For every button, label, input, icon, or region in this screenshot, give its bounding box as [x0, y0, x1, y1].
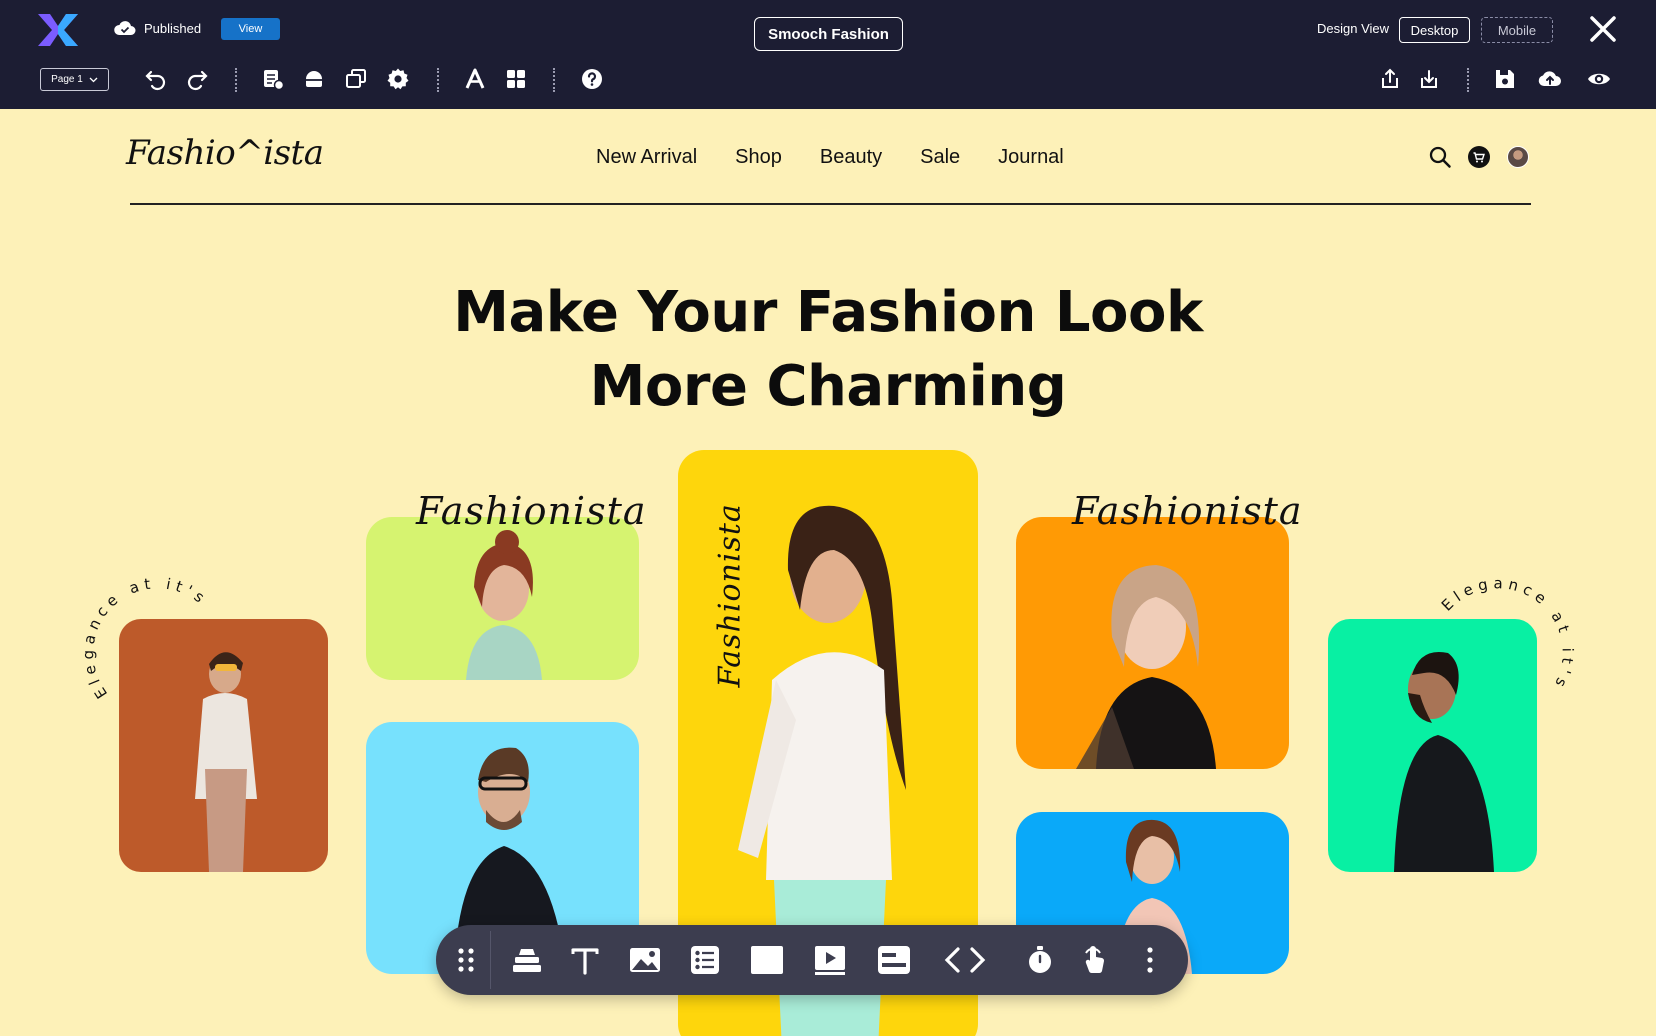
toolbar-divider	[437, 68, 439, 92]
image-icon[interactable]	[627, 942, 663, 978]
status-label: Published	[144, 20, 202, 36]
list-icon[interactable]	[687, 942, 723, 978]
nav-item-shop[interactable]: Shop	[735, 146, 782, 169]
grid-icon[interactable]	[503, 66, 529, 92]
model-card-rust[interactable]	[119, 619, 328, 872]
text-icon[interactable]	[567, 942, 603, 978]
box-icon[interactable]	[749, 942, 785, 978]
model-photo	[195, 652, 257, 872]
widget-toolbar	[436, 925, 1188, 995]
editor-toolbar: Published View Smooch Fashion Design Vie…	[0, 0, 1656, 109]
font-icon[interactable]	[462, 66, 488, 92]
toolbar-divider	[235, 68, 237, 92]
nav-item-beauty[interactable]: Beauty	[820, 146, 882, 169]
nav-item-new-arrival[interactable]: New Arrival	[596, 146, 697, 169]
site-nav: New Arrival Shop Beauty Sale Journal	[596, 146, 1064, 169]
chevron-down-icon	[89, 77, 98, 82]
layers-icon[interactable]	[301, 66, 327, 92]
model-photo	[1394, 651, 1494, 872]
preview-icon[interactable]	[1586, 66, 1612, 92]
desktop-view-button[interactable]: Desktop	[1399, 17, 1470, 43]
model-card-lime[interactable]	[366, 517, 639, 680]
design-view-label: Design View	[1317, 21, 1390, 36]
script-label: Fashionista	[1072, 489, 1303, 533]
toolbar-divider	[553, 68, 555, 92]
undo-icon[interactable]	[143, 66, 169, 92]
model-photo	[1076, 565, 1216, 769]
stack-icon[interactable]	[509, 942, 545, 978]
cloud-check-icon	[114, 21, 136, 35]
toolbar-divider	[1467, 68, 1469, 92]
site-logo[interactable]: Fashio^ista	[126, 133, 324, 173]
avatar[interactable]	[1506, 145, 1530, 169]
script-label: Fashionista	[416, 489, 647, 533]
upload-icon[interactable]	[1537, 66, 1563, 92]
search-icon[interactable]	[1428, 145, 1452, 169]
drag-handle-icon[interactable]	[448, 942, 484, 978]
video-icon[interactable]	[812, 942, 848, 978]
close-icon[interactable]	[1588, 14, 1618, 44]
help-icon[interactable]	[579, 66, 605, 92]
timer-icon[interactable]	[1022, 942, 1058, 978]
mobile-view-button[interactable]: Mobile	[1481, 17, 1553, 43]
settings-icon[interactable]	[385, 66, 411, 92]
header-divider	[130, 203, 1531, 205]
project-title[interactable]: Smooch Fashion	[754, 17, 903, 51]
cart-icon[interactable]	[1467, 145, 1491, 169]
click-icon[interactable]	[1077, 942, 1113, 978]
nav-item-journal[interactable]: Journal	[998, 146, 1064, 169]
model-photo	[466, 530, 542, 680]
copy-icon[interactable]	[343, 66, 369, 92]
model-card-mint[interactable]	[1328, 619, 1537, 872]
redo-icon[interactable]	[184, 66, 210, 92]
x-logo-icon[interactable]	[36, 10, 80, 50]
publish-status: Published	[114, 20, 201, 36]
page-settings-icon[interactable]	[260, 66, 286, 92]
save-icon[interactable]	[1492, 66, 1518, 92]
import-icon[interactable]	[1416, 66, 1442, 92]
hero-title-line-2: More Charming	[589, 354, 1067, 419]
nav-item-sale[interactable]: Sale	[920, 146, 960, 169]
share-icon[interactable]	[1377, 66, 1403, 92]
vertical-script-label: Fashionista	[712, 503, 748, 688]
view-button[interactable]: View	[221, 18, 280, 40]
code-icon[interactable]	[940, 942, 990, 978]
form-icon[interactable]	[876, 942, 912, 978]
page-select-label: Page 1	[51, 74, 83, 85]
model-card-orange[interactable]	[1016, 517, 1289, 769]
page-select[interactable]: Page 1	[40, 68, 109, 91]
hero-title-line-1: Make Your Fashion Look	[453, 280, 1203, 345]
more-icon[interactable]	[1132, 942, 1168, 978]
toolbar-divider	[490, 931, 491, 989]
